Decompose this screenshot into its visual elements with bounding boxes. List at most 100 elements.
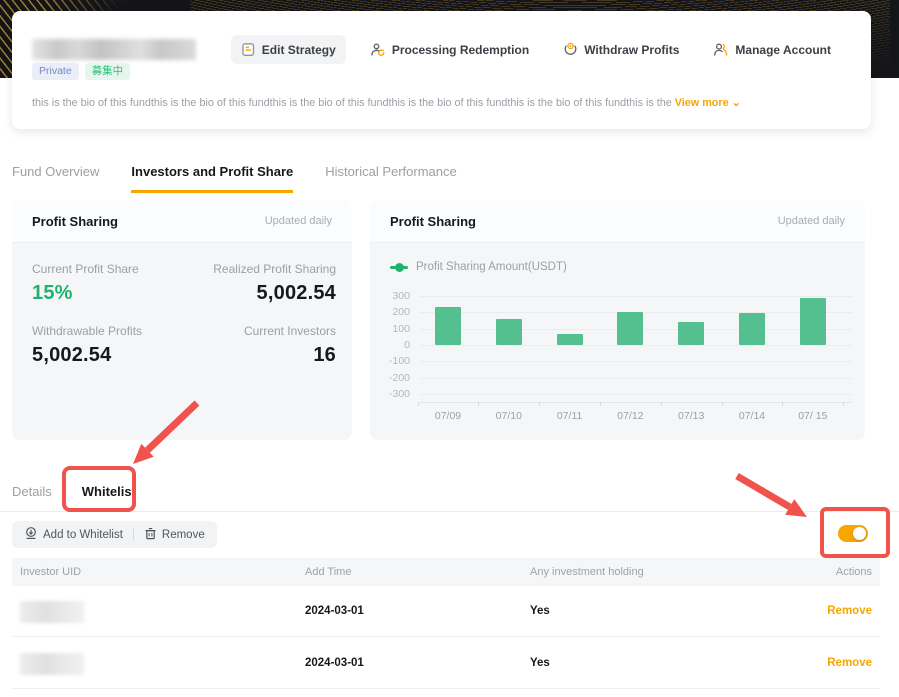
stat-realized-profit-sharing: Realized Profit Sharing 5,002.54 <box>213 262 336 304</box>
chevron-down-icon: ⌄ <box>731 97 741 109</box>
x-axis-tick <box>782 402 784 406</box>
row-remove-link[interactable]: Remove <box>827 657 872 669</box>
col-holding: Any investment holding <box>530 566 644 578</box>
col-investor-uid: Investor UID <box>20 566 82 578</box>
cell-add-time: 2024-03-01 <box>305 605 364 617</box>
manage-account-icon <box>713 42 729 57</box>
x-axis-tick <box>600 402 601 406</box>
cell-holding: Yes <box>530 657 550 669</box>
col-add-time: Add Time <box>305 566 352 578</box>
stats-card-title: Profit Sharing <box>32 213 118 229</box>
add-to-whitelist-button[interactable]: Add to Whitelist <box>24 526 123 543</box>
profit-sharing-chart-card: Profit Sharing Updated daily Profit Shar… <box>370 200 865 440</box>
chart-bar <box>495 318 522 345</box>
y-axis-tick-label: -100 <box>388 355 410 368</box>
stat-current-profit-share: Current Profit Share 15% <box>32 262 139 304</box>
chart-bar <box>678 322 705 345</box>
chart-gridline <box>420 394 852 395</box>
trash-icon <box>144 527 157 543</box>
add-to-whitelist-label: Add to Whitelist <box>43 528 123 541</box>
x-axis-line <box>420 402 852 403</box>
processing-redemption-icon <box>370 42 386 57</box>
y-axis-tick-label: 200 <box>392 306 410 319</box>
legend-dot-icon <box>390 262 408 272</box>
fund-name-redacted <box>32 39 196 60</box>
chart-bar <box>435 307 461 345</box>
edit-strategy-button[interactable]: Edit Strategy <box>230 35 346 64</box>
x-axis-category-label: 07/13 <box>678 410 705 422</box>
add-to-whitelist-icon <box>24 526 38 543</box>
chart-bar <box>556 333 583 345</box>
view-more-link[interactable]: View more ⌄ <box>675 97 741 109</box>
stats-card-updated: Updated daily <box>264 215 332 227</box>
col-actions: Actions <box>835 566 872 578</box>
recruiting-badge: 募集中 <box>84 63 131 80</box>
x-axis-category-label: 07/10 <box>495 410 522 422</box>
x-axis-tick <box>660 402 662 406</box>
x-axis-tick <box>843 402 845 406</box>
manage-account-button[interactable]: Manage Account <box>703 35 841 64</box>
edit-strategy-icon <box>241 42 256 57</box>
stat-current-investors: Current Investors 16 <box>243 324 336 366</box>
manage-account-label: Manage Account <box>735 42 831 57</box>
table-row: 2024-03-01 Yes Remove <box>12 586 880 637</box>
cell-holding: Yes <box>530 605 550 617</box>
subtab-whitelist[interactable]: Whitelist <box>82 484 136 499</box>
chart-gridline <box>420 361 852 363</box>
section-divider <box>0 511 899 512</box>
chart-gridline <box>420 296 852 297</box>
x-axis-tick <box>478 402 480 406</box>
legend-label: Profit Sharing Amount(USDT) <box>416 261 567 273</box>
remove-button[interactable]: Remove <box>144 527 205 543</box>
whitelist-toggle[interactable] <box>838 525 868 542</box>
cell-add-time: 2024-03-01 <box>305 657 364 669</box>
chart-card-title: Profit Sharing <box>390 213 476 229</box>
subtab-details[interactable]: Details <box>12 484 52 499</box>
chart-card-updated: Updated daily <box>777 215 845 227</box>
tab-fund-overview[interactable]: Fund Overview <box>12 164 99 193</box>
page: Private 募集中 this is the bio of this fund… <box>0 0 899 697</box>
withdraw-profits-label: Withdraw Profits <box>584 42 680 57</box>
chart-gridline <box>420 345 852 346</box>
private-badge: Private <box>32 63 79 80</box>
tab-historical-performance[interactable]: Historical Performance <box>325 164 457 193</box>
chart-bar <box>799 298 826 345</box>
remove-label: Remove <box>161 528 205 541</box>
stat-withdrawable-profits: Withdrawable Profits 5,002.54 <box>32 324 143 366</box>
x-axis-tick <box>539 402 541 406</box>
fund-header-card: Private 募集中 this is the bio of this fund… <box>12 11 871 129</box>
x-axis-tick <box>721 402 723 406</box>
investor-uid-redacted <box>20 653 84 675</box>
x-axis-category-label: 07/09 <box>434 410 462 422</box>
chart-legend: Profit Sharing Amount(USDT) <box>390 261 567 273</box>
edit-strategy-label: Edit Strategy <box>261 42 336 57</box>
chart-bar <box>617 311 644 345</box>
profit-sharing-stats-card: Profit Sharing Updated daily Current Pro… <box>12 200 352 440</box>
x-axis-category-label: 07/11 <box>556 410 583 422</box>
fund-bio: this is the bio of this fundthis is the … <box>32 96 851 109</box>
y-axis-tick-label: 300 <box>392 290 410 302</box>
x-axis-category-label: 07/14 <box>738 410 766 422</box>
y-axis-tick-label: 0 <box>404 339 410 351</box>
tab-investors-profit-share[interactable]: Investors and Profit Share <box>131 164 294 193</box>
main-tabs: Fund Overview Investors and Profit Share… <box>12 164 457 193</box>
toolbar-divider <box>132 528 134 541</box>
table-row: 2024-03-01 Yes Remove <box>12 638 880 689</box>
profit-chart: 300 200 100 0 -100 -200 -300 07/09 07/10 07/11 07/… <box>370 288 865 433</box>
chart-gridline <box>420 377 852 379</box>
processing-redemption-label: Processing Redemption <box>391 42 530 57</box>
toggle-knob <box>853 527 866 540</box>
bio-text: this is the bio of this fundthis is the … <box>32 97 672 109</box>
sub-tabs: Details Whitelist <box>12 484 136 499</box>
row-remove-link[interactable]: Remove <box>827 605 872 617</box>
header-action-buttons: Edit Strategy Processing Redemption With… <box>230 35 841 64</box>
whitelist-toolbar: Add to Whitelist Remove <box>12 521 217 548</box>
y-axis-tick-label: -300 <box>388 388 410 400</box>
x-axis-tick <box>417 402 419 406</box>
stats-card-header: Profit Sharing Updated daily <box>12 200 352 243</box>
y-axis-tick-label: -200 <box>388 371 410 384</box>
x-axis-category-label: 07/12 <box>617 410 644 422</box>
x-axis-category-label: 07/ 15 <box>798 410 828 422</box>
withdraw-profits-button[interactable]: Withdraw Profits <box>553 35 689 64</box>
processing-redemption-button[interactable]: Processing Redemption <box>360 35 539 64</box>
